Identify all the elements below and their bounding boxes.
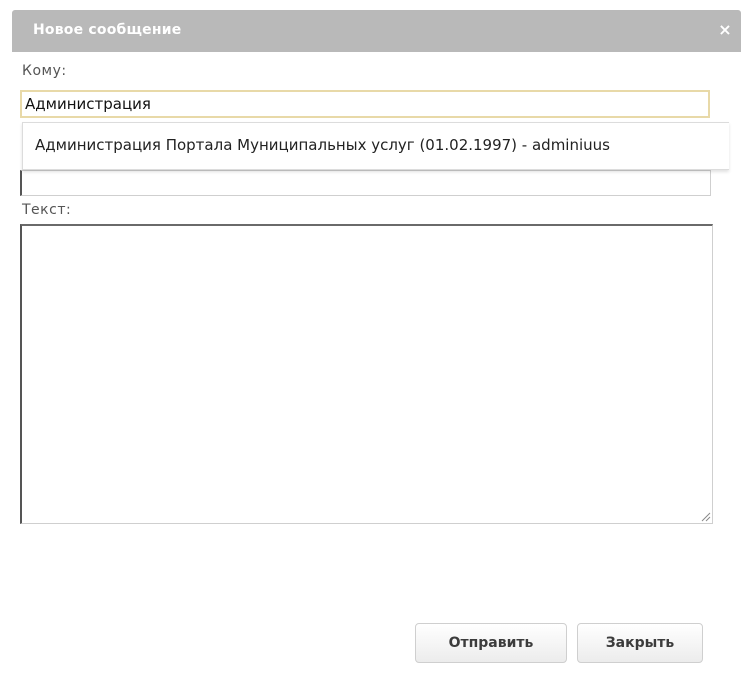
dialog-titlebar[interactable]: Новое сообщение × bbox=[12, 10, 741, 52]
to-label: Кому: bbox=[22, 63, 67, 79]
subject-field[interactable] bbox=[20, 170, 711, 196]
text-label: Текст: bbox=[22, 202, 72, 218]
recipient-input[interactable] bbox=[20, 90, 710, 118]
dialog-title: Новое сообщение bbox=[33, 22, 182, 38]
send-button[interactable]: Отправить bbox=[415, 623, 567, 663]
close-button[interactable]: Закрыть bbox=[577, 623, 703, 663]
autocomplete-item[interactable]: Администрация Портала Муниципальных услу… bbox=[35, 136, 610, 154]
close-icon[interactable]: × bbox=[715, 20, 735, 40]
resize-grip-icon[interactable] bbox=[699, 510, 711, 522]
autocomplete-dropdown: Администрация Портала Муниципальных услу… bbox=[22, 122, 729, 170]
message-textarea[interactable] bbox=[20, 224, 713, 524]
